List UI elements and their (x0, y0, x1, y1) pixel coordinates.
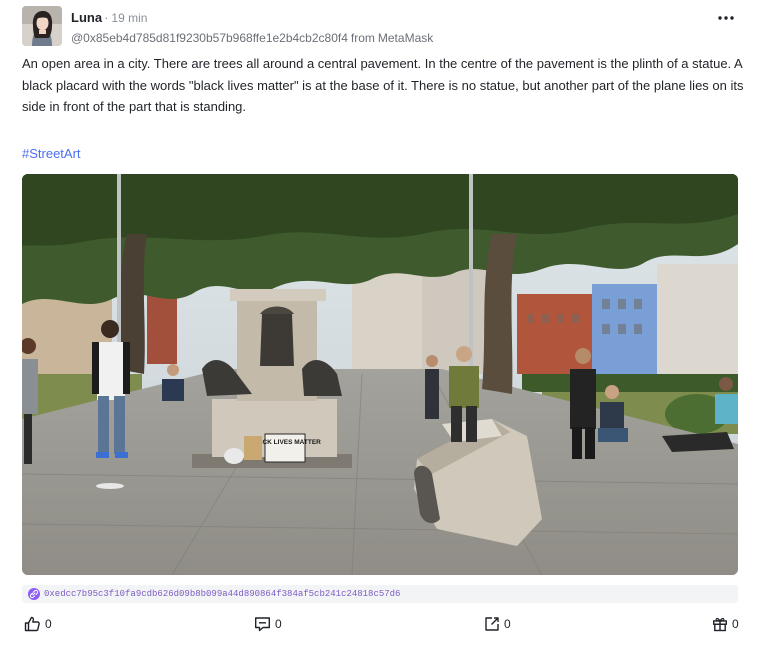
collect-button[interactable]: 0 (712, 616, 739, 632)
like-button[interactable]: 0 (24, 616, 52, 632)
more-horizontal-icon (718, 16, 734, 20)
comment-count: 0 (275, 617, 282, 631)
like-count: 0 (45, 617, 52, 631)
share-icon (485, 617, 499, 631)
post-card: Luna · 19 min @0x85eb4d785d81f9230b57b968f… (0, 0, 768, 649)
meta-separator: · (104, 10, 109, 25)
link-chain-icon (28, 588, 40, 600)
post-actions-bar: 0 0 0 0 (0, 612, 768, 638)
author-address-line: @0x85eb4d785d81f9230b57b968ffe1e2b4cb2c8… (71, 30, 433, 46)
comment-button[interactable]: 0 (254, 616, 282, 632)
post-header: Luna · 19 min (71, 10, 147, 26)
transaction-hash[interactable]: 0xedcc7b95c3f10fa9cdb626d09b8b099a44d890… (44, 589, 400, 599)
post-source: MetaMask (377, 31, 434, 45)
more-options-button[interactable] (712, 8, 740, 28)
collect-count: 0 (732, 617, 739, 631)
avatar[interactable] (22, 6, 62, 46)
thumbs-up-icon (24, 616, 40, 632)
post-image[interactable]: BLACK LIVES MATTER (22, 174, 738, 575)
share-count: 0 (504, 617, 511, 631)
gift-icon (713, 617, 728, 632)
hashtag-link[interactable]: #StreetArt (22, 145, 81, 163)
author-name[interactable]: Luna (71, 10, 102, 25)
comment-icon (255, 617, 270, 632)
post-text: An open area in a city. There are trees … (22, 56, 744, 114)
transaction-hash-bar[interactable]: 0xedcc7b95c3f10fa9cdb626d09b8b099a44d890… (22, 585, 738, 603)
share-button[interactable]: 0 (484, 616, 511, 632)
author-address[interactable]: @0x85eb4d785d81f9230b57b968ffe1e2b4cb2c8… (71, 31, 348, 45)
from-label: from (350, 31, 375, 45)
post-time: 19 min (111, 11, 148, 25)
